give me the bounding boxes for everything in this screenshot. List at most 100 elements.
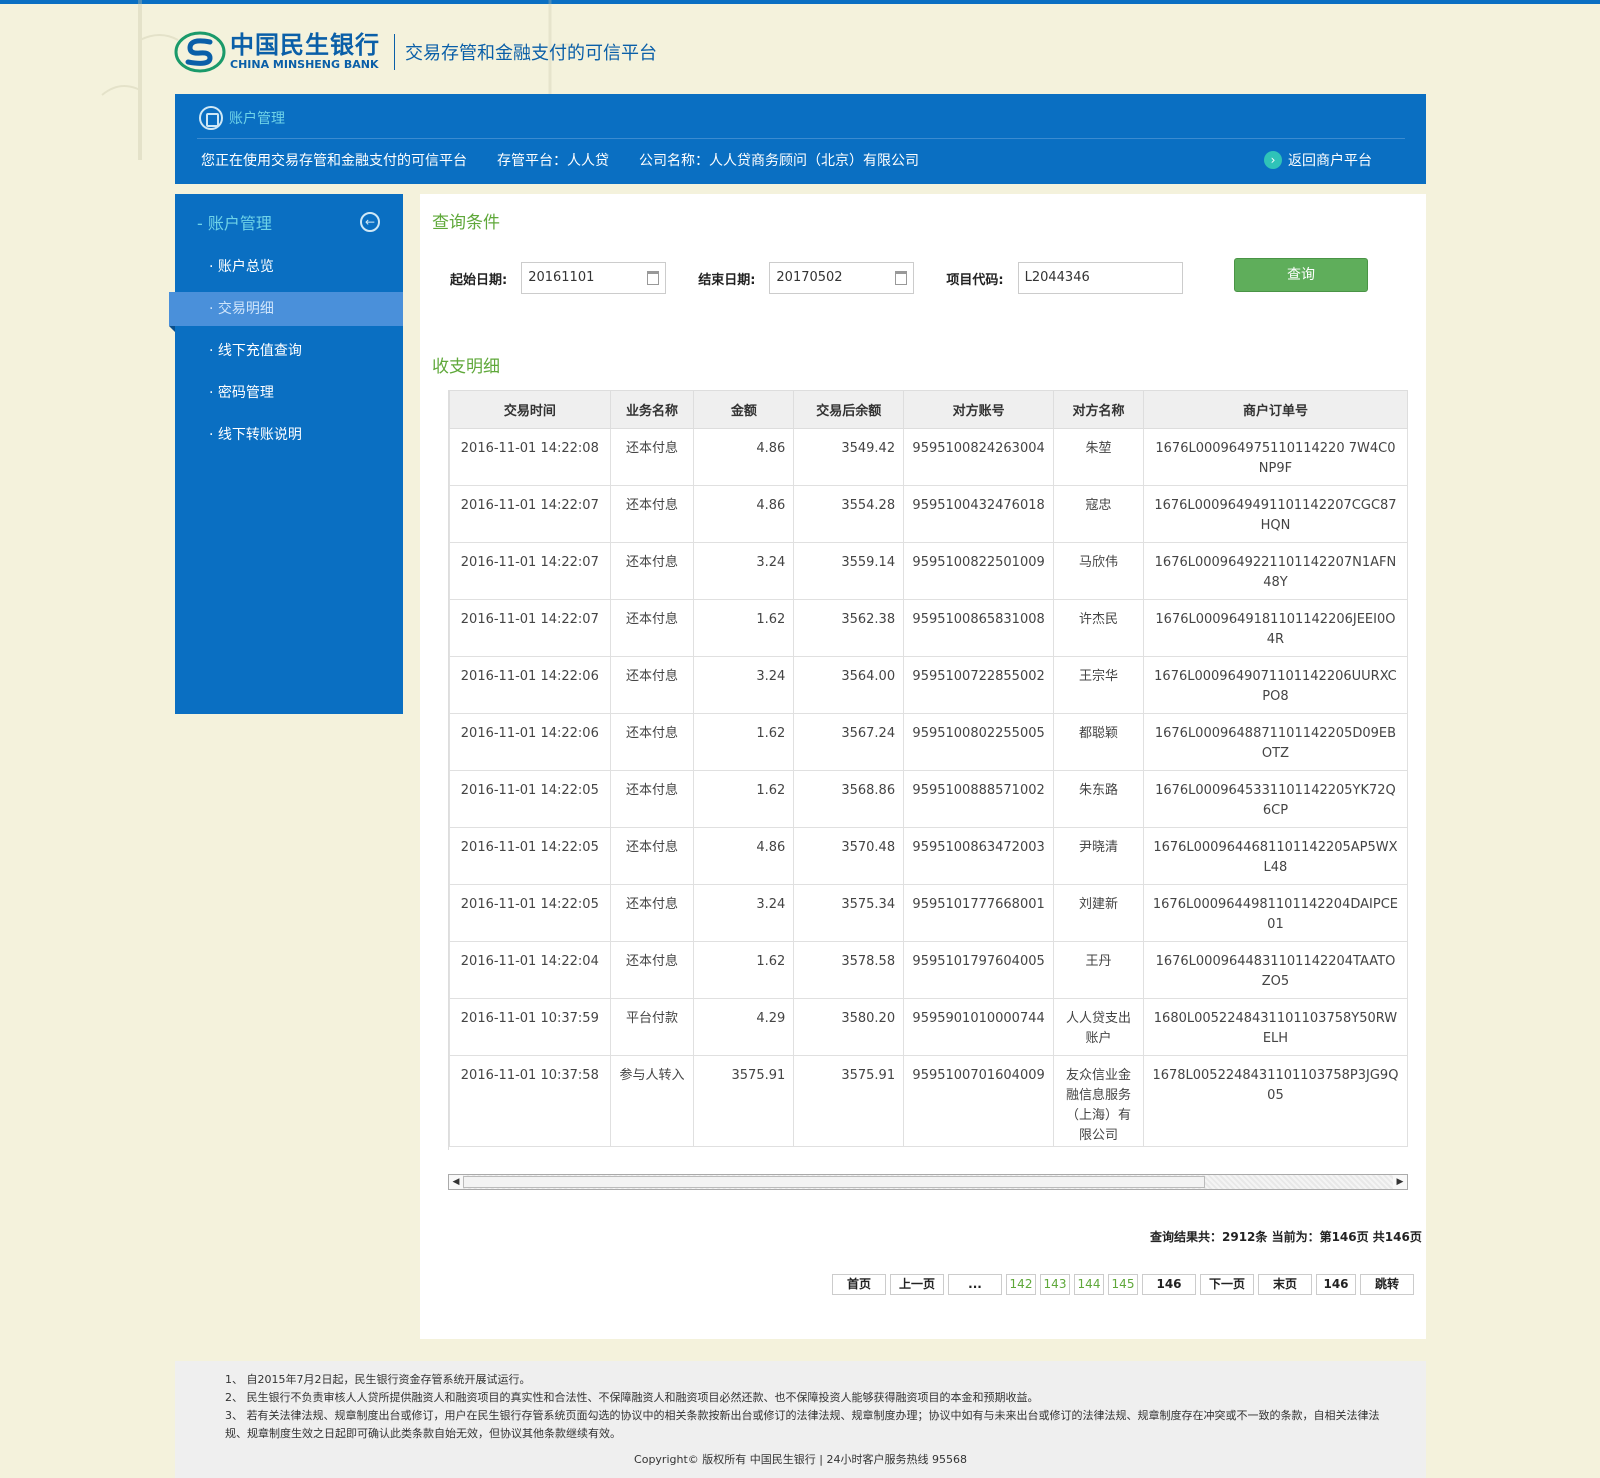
page-link-145[interactable]: 145	[1108, 1274, 1138, 1295]
sidebar: - 账户管理 ← · 账户总览 · 交易明细 · 线下充值查询 · 密码管理 ·…	[169, 194, 403, 714]
calendar-icon[interactable]	[647, 271, 660, 285]
company-name: 公司名称：人人贷商务顾问（北京）有限公司	[639, 153, 919, 169]
minsheng-logo-icon	[174, 31, 226, 73]
table-row: 2016-11-01 10:37:58 参与人转入 3575.91 3575.91 95…	[449, 1055, 1408, 1147]
banner-divider	[197, 138, 1405, 139]
cell-time: 2016-11-01 14:22:07	[449, 599, 611, 657]
table-row: 2016-11-01 14:22:04 还本付息 1.62 3578.58 959510…	[449, 941, 1408, 999]
sidebar-item-transactions[interactable]: · 交易明细	[169, 292, 403, 332]
cell-amount: 4.86	[693, 428, 795, 486]
query-section-title: 查询条件	[432, 213, 500, 233]
cell-time: 2016-11-01 14:22:05	[449, 884, 611, 942]
cell-order: 1676L0009644681101142205AP5WXL48	[1142, 827, 1408, 885]
scroll-right-icon[interactable]: ▶	[1393, 1175, 1407, 1189]
main-content: 查询条件 起始日期: 20161101 结束日期: 20170502 项目代码:…	[420, 194, 1426, 1339]
platform-notice: 您正在使用交易存管和金融支付的可信平台	[201, 153, 467, 169]
bank-logo[interactable]: 中国民生银行 CHINA MINSHENG BANK 交易存管和金融支付的可信平…	[174, 30, 657, 74]
column-header: 商户订单号	[1142, 390, 1408, 429]
sidebar-item-password[interactable]: · 密码管理	[175, 376, 403, 410]
cell-time: 2016-11-01 14:22:05	[449, 770, 611, 828]
cell-order: 1676L0009649491101142207CGC87HQN	[1142, 485, 1408, 543]
cell-time: 2016-11-01 14:22:06	[449, 713, 611, 771]
query-button[interactable]: 查询	[1234, 258, 1368, 292]
cell-account: 9595100824263004	[903, 428, 1055, 486]
cell-balance: 3578.58	[793, 941, 905, 999]
cell-account: 9595100701604009	[903, 1055, 1055, 1147]
column-header: 交易时间	[449, 390, 611, 429]
sidebar-item-offline-recharge[interactable]: · 线下充值查询	[175, 334, 403, 368]
cell-balance: 3559.14	[793, 542, 905, 600]
back-to-merchant-link[interactable]: › 返回商户平台	[1264, 150, 1372, 170]
table-row: 2016-11-01 10:37:59 平台付款 4.29 3580.20 959590…	[449, 998, 1408, 1056]
horizontal-scrollbar[interactable]: ◀ ▶	[448, 1174, 1408, 1190]
page-link-142[interactable]: 142	[1006, 1274, 1036, 1295]
bank-name-cn: 中国民生银行	[230, 31, 380, 59]
sidebar-title[interactable]: - 账户管理	[197, 210, 272, 234]
cell-amount: 1.62	[693, 599, 795, 657]
cell-order: 1676L0009644831101142204TAATOZO5	[1142, 941, 1408, 999]
last-page-button[interactable]: 末页	[1258, 1274, 1312, 1295]
collapse-sidebar-icon[interactable]: ←	[360, 212, 380, 232]
cell-amount: 3.24	[693, 884, 795, 942]
cell-biz: 还本付息	[609, 827, 695, 885]
first-page-button[interactable]: 首页	[832, 1274, 886, 1295]
page-link-144[interactable]: 144	[1074, 1274, 1104, 1295]
cell-biz: 还本付息	[609, 770, 695, 828]
cell-balance: 3562.38	[793, 599, 905, 657]
page-ellipsis: ...	[948, 1274, 1002, 1295]
column-header: 交易后余额	[793, 390, 905, 429]
cell-account: 9595100432476018	[903, 485, 1055, 543]
cell-balance: 3580.20	[793, 998, 905, 1056]
copyright: Copyright© 版权所有 中国民生银行 | 24小时客户服务热线 9556…	[634, 1453, 967, 1466]
cell-amount: 1.62	[693, 941, 795, 999]
table-row: 2016-11-01 14:22:06 还本付息 3.24 3564.00 959510…	[449, 656, 1408, 714]
footer-note: 1、 自2015年7月2日起，民生银行资金存管系统开展试运行。	[225, 1373, 531, 1386]
cell-amount: 4.29	[693, 998, 795, 1056]
scrollbar-thumb[interactable]	[463, 1176, 1205, 1188]
cell-name: 朱东路	[1053, 770, 1144, 828]
cell-biz: 还本付息	[609, 713, 695, 771]
jump-button[interactable]: 跳转	[1360, 1274, 1414, 1295]
cell-order: 1676L0009649181101142206JEEI0O4R	[1142, 599, 1408, 657]
project-code-input[interactable]: L2044346	[1017, 262, 1183, 294]
cell-account: 9595100722855002	[903, 656, 1055, 714]
start-date-value: 20161101	[528, 270, 595, 285]
cell-amount: 3.24	[693, 542, 795, 600]
prev-page-button[interactable]: 上一页	[890, 1274, 944, 1295]
cell-balance: 3567.24	[793, 713, 905, 771]
cell-order: 1678L0052248431101103758P3JG9Q05	[1142, 1055, 1408, 1147]
calendar-icon[interactable]	[895, 271, 908, 285]
cell-account: 9595100888571002	[903, 770, 1055, 828]
top-accent-line	[0, 0, 1600, 4]
cell-name: 朱堃	[1053, 428, 1144, 486]
query-form: 起始日期: 20161101 结束日期: 20170502 项目代码: L204…	[450, 262, 1183, 294]
cell-name: 都聪颖	[1053, 713, 1144, 771]
cell-order: 1676L0009645331101142205YK72Q6CP	[1142, 770, 1408, 828]
page-link-143[interactable]: 143	[1040, 1274, 1070, 1295]
cell-biz: 还本付息	[609, 884, 695, 942]
column-header: 业务名称	[609, 390, 695, 429]
end-date-input[interactable]: 20170502	[769, 262, 915, 294]
jump-page-input[interactable]: 146	[1316, 1274, 1356, 1295]
next-page-button[interactable]: 下一页	[1200, 1274, 1254, 1295]
account-icon	[199, 106, 223, 130]
cell-amount: 4.86	[693, 827, 795, 885]
cell-order: 1676L000964975110114220 7W4C0NP9F	[1142, 428, 1408, 486]
start-date-input[interactable]: 20161101	[521, 262, 667, 294]
scroll-left-icon[interactable]: ◀	[449, 1175, 463, 1189]
cell-biz: 还本付息	[609, 428, 695, 486]
table-row: 2016-11-01 14:22:08 还本付息 4.86 3549.42 959510…	[449, 428, 1408, 486]
sidebar-item-offline-transfer[interactable]: · 线下转账说明	[175, 418, 403, 452]
cell-biz: 还本付息	[609, 599, 695, 657]
cell-balance: 3575.34	[793, 884, 905, 942]
cell-time: 2016-11-01 14:22:05	[449, 827, 611, 885]
cell-name: 刘建新	[1053, 884, 1144, 942]
sidebar-item-overview[interactable]: · 账户总览	[175, 250, 403, 284]
column-header: 对方账号	[903, 390, 1055, 429]
footer-note: 2、 民生银行不负责审核人人贷所提供融资人和融资项目的真实性和合法性、不保障融资…	[225, 1391, 1039, 1404]
cell-account: 9595100865831008	[903, 599, 1055, 657]
cell-time: 2016-11-01 14:22:06	[449, 656, 611, 714]
logo-divider	[394, 34, 395, 70]
cell-name: 许杰民	[1053, 599, 1144, 657]
cell-order: 1676L0009648871101142205D09EBOTZ	[1142, 713, 1408, 771]
